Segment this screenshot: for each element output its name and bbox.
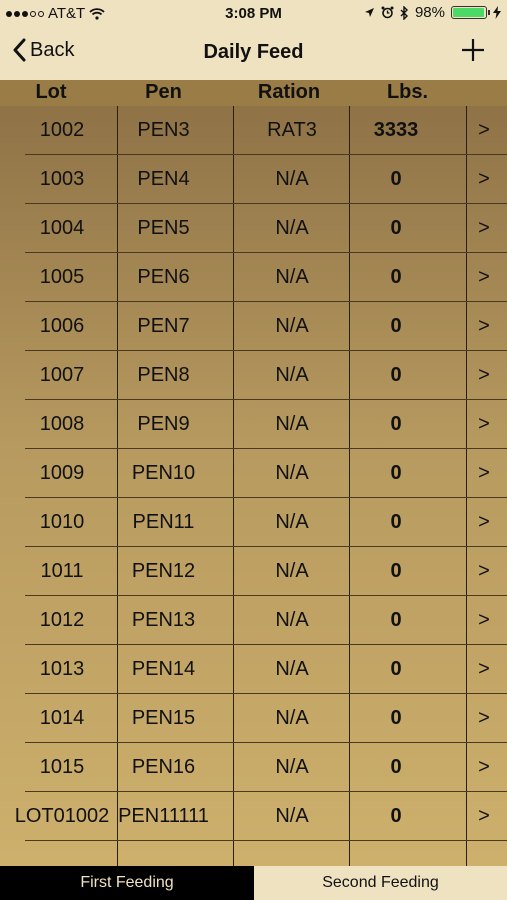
feed-table: 1002 PEN3 RAT3 3333 >1003 PEN4 N/A 0 >1004 PEN5 N/…	[0, 106, 507, 866]
battery-icon	[451, 6, 490, 19]
ration-cell: N/A	[275, 658, 309, 680]
charging-bolt-icon	[493, 6, 501, 19]
lbs-cell: 0	[390, 707, 402, 729]
chevron-right-icon: >	[478, 266, 490, 288]
ration-cell: N/A	[275, 462, 309, 484]
table-row[interactable]: 1005 PEN6 N/A 0 >	[0, 253, 507, 302]
nav-bar: Back Daily Feed	[0, 28, 507, 80]
pen-cell: PEN3	[137, 119, 190, 141]
lbs-cell: 0	[390, 609, 402, 631]
pen-cell: PEN9	[137, 413, 190, 435]
ration-cell: N/A	[275, 168, 309, 190]
pen-cell: PEN15	[131, 707, 196, 729]
table-row[interactable]: 1002 PEN3 RAT3 3333 >	[0, 106, 507, 155]
chevron-right-icon: >	[478, 609, 490, 631]
add-button[interactable]	[461, 38, 485, 67]
ration-cell: N/A	[275, 364, 309, 386]
lbs-cell: 3333	[373, 119, 419, 141]
pen-cell: PEN11111	[118, 805, 209, 827]
pen-cell: PEN7	[137, 315, 190, 337]
table-row[interactable]: 1004 PEN5 N/A 0 >	[0, 204, 507, 253]
ration-cell: N/A	[275, 266, 309, 288]
ration-cell: RAT3	[267, 119, 317, 141]
pen-cell: PEN14	[131, 658, 196, 680]
header-ration: Ration	[257, 81, 321, 103]
alarm-clock-icon	[381, 6, 394, 19]
lbs-cell: 0	[390, 511, 402, 533]
battery-percent: 98%	[414, 4, 445, 21]
chevron-right-icon: >	[478, 756, 490, 778]
lbs-cell: 0	[390, 413, 402, 435]
status-bar: AT&T 3:08 PM 98%	[0, 0, 507, 28]
table-row[interactable]: 1008 PEN9 N/A 0 >	[0, 400, 507, 449]
table-row[interactable]: 1013 PEN14 N/A 0 >	[0, 645, 507, 694]
chevron-right-icon: >	[478, 511, 490, 533]
chevron-right-icon: >	[478, 707, 490, 729]
table-row[interactable]: 1015 PEN16 N/A 0 >	[0, 743, 507, 792]
battery-fill	[453, 8, 485, 17]
row-separator	[25, 840, 507, 841]
table-row[interactable]: 1014 PEN15 N/A 0 >	[0, 694, 507, 743]
table-row[interactable]: 1010 PEN11 N/A 0 >	[0, 498, 507, 547]
location-arrow-icon	[364, 8, 374, 17]
page-title: Daily Feed	[203, 41, 304, 63]
pen-cell: PEN11	[132, 511, 195, 533]
chevron-right-icon: >	[478, 462, 490, 484]
lbs-cell: 0	[390, 168, 402, 190]
ration-cell: N/A	[275, 560, 309, 582]
chevron-right-icon: >	[478, 315, 490, 337]
chevron-right-icon: >	[478, 364, 490, 386]
pen-cell: PEN12	[131, 560, 196, 582]
chevron-right-icon: >	[478, 805, 490, 827]
table-row[interactable]: 1003 PEN4 N/A 0 >	[0, 155, 507, 204]
lbs-cell: 0	[390, 658, 402, 680]
table-row[interactable]: 1007 PEN8 N/A 0 >	[0, 351, 507, 400]
lbs-cell: 0	[390, 756, 402, 778]
table-row[interactable]: 1011 PEN12 N/A 0 >	[0, 547, 507, 596]
lbs-cell: 0	[390, 315, 402, 337]
lbs-cell: 0	[390, 217, 402, 239]
lbs-cell: 0	[390, 364, 402, 386]
ration-cell: N/A	[275, 707, 309, 729]
ration-cell: N/A	[275, 756, 309, 778]
ration-cell: N/A	[275, 315, 309, 337]
status-right: 98%	[364, 4, 501, 21]
pen-cell: PEN10	[131, 462, 196, 484]
lbs-cell: 0	[390, 266, 402, 288]
pen-cell: PEN13	[131, 609, 196, 631]
pen-cell: PEN16	[131, 756, 196, 778]
table-row[interactable]: 1012 PEN13 N/A 0 >	[0, 596, 507, 645]
header-lot: Lot	[35, 81, 67, 103]
table-row[interactable]: LOT01002 PEN11111 N/A 0 >	[0, 792, 507, 841]
tab-second-feeding[interactable]: Second Feeding	[254, 866, 507, 900]
lbs-cell: 0	[390, 805, 402, 827]
header-pen: Pen	[145, 81, 182, 103]
ration-cell: N/A	[275, 805, 309, 827]
table-row[interactable]: 1009 PEN10 N/A 0 >	[0, 449, 507, 498]
lbs-cell: 0	[390, 560, 402, 582]
pen-cell: PEN6	[137, 266, 190, 288]
ration-cell: N/A	[275, 217, 309, 239]
pen-cell: PEN5	[137, 217, 190, 239]
pen-cell: PEN8	[137, 364, 190, 386]
ration-cell: N/A	[275, 609, 309, 631]
lbs-cell: 0	[390, 462, 402, 484]
ration-cell: N/A	[275, 511, 309, 533]
tab-first-feeding[interactable]: First Feeding	[0, 866, 254, 900]
table-header: Lot Pen Ration Lbs.	[0, 80, 507, 106]
chevron-right-icon: >	[478, 168, 490, 190]
tab-bar: First Feeding Second Feeding	[0, 866, 507, 900]
chevron-right-icon: >	[478, 119, 490, 141]
pen-cell: PEN4	[137, 168, 190, 190]
table-row[interactable]: 1006 PEN7 N/A 0 >	[0, 302, 507, 351]
header-lbs: Lbs.	[386, 81, 429, 103]
ration-cell: N/A	[275, 413, 309, 435]
chevron-right-icon: >	[478, 413, 490, 435]
bluetooth-icon	[400, 5, 408, 20]
plus-icon	[462, 39, 484, 61]
chevron-right-icon: >	[478, 560, 490, 582]
chevron-right-icon: >	[478, 217, 490, 239]
chevron-right-icon: >	[478, 658, 490, 680]
